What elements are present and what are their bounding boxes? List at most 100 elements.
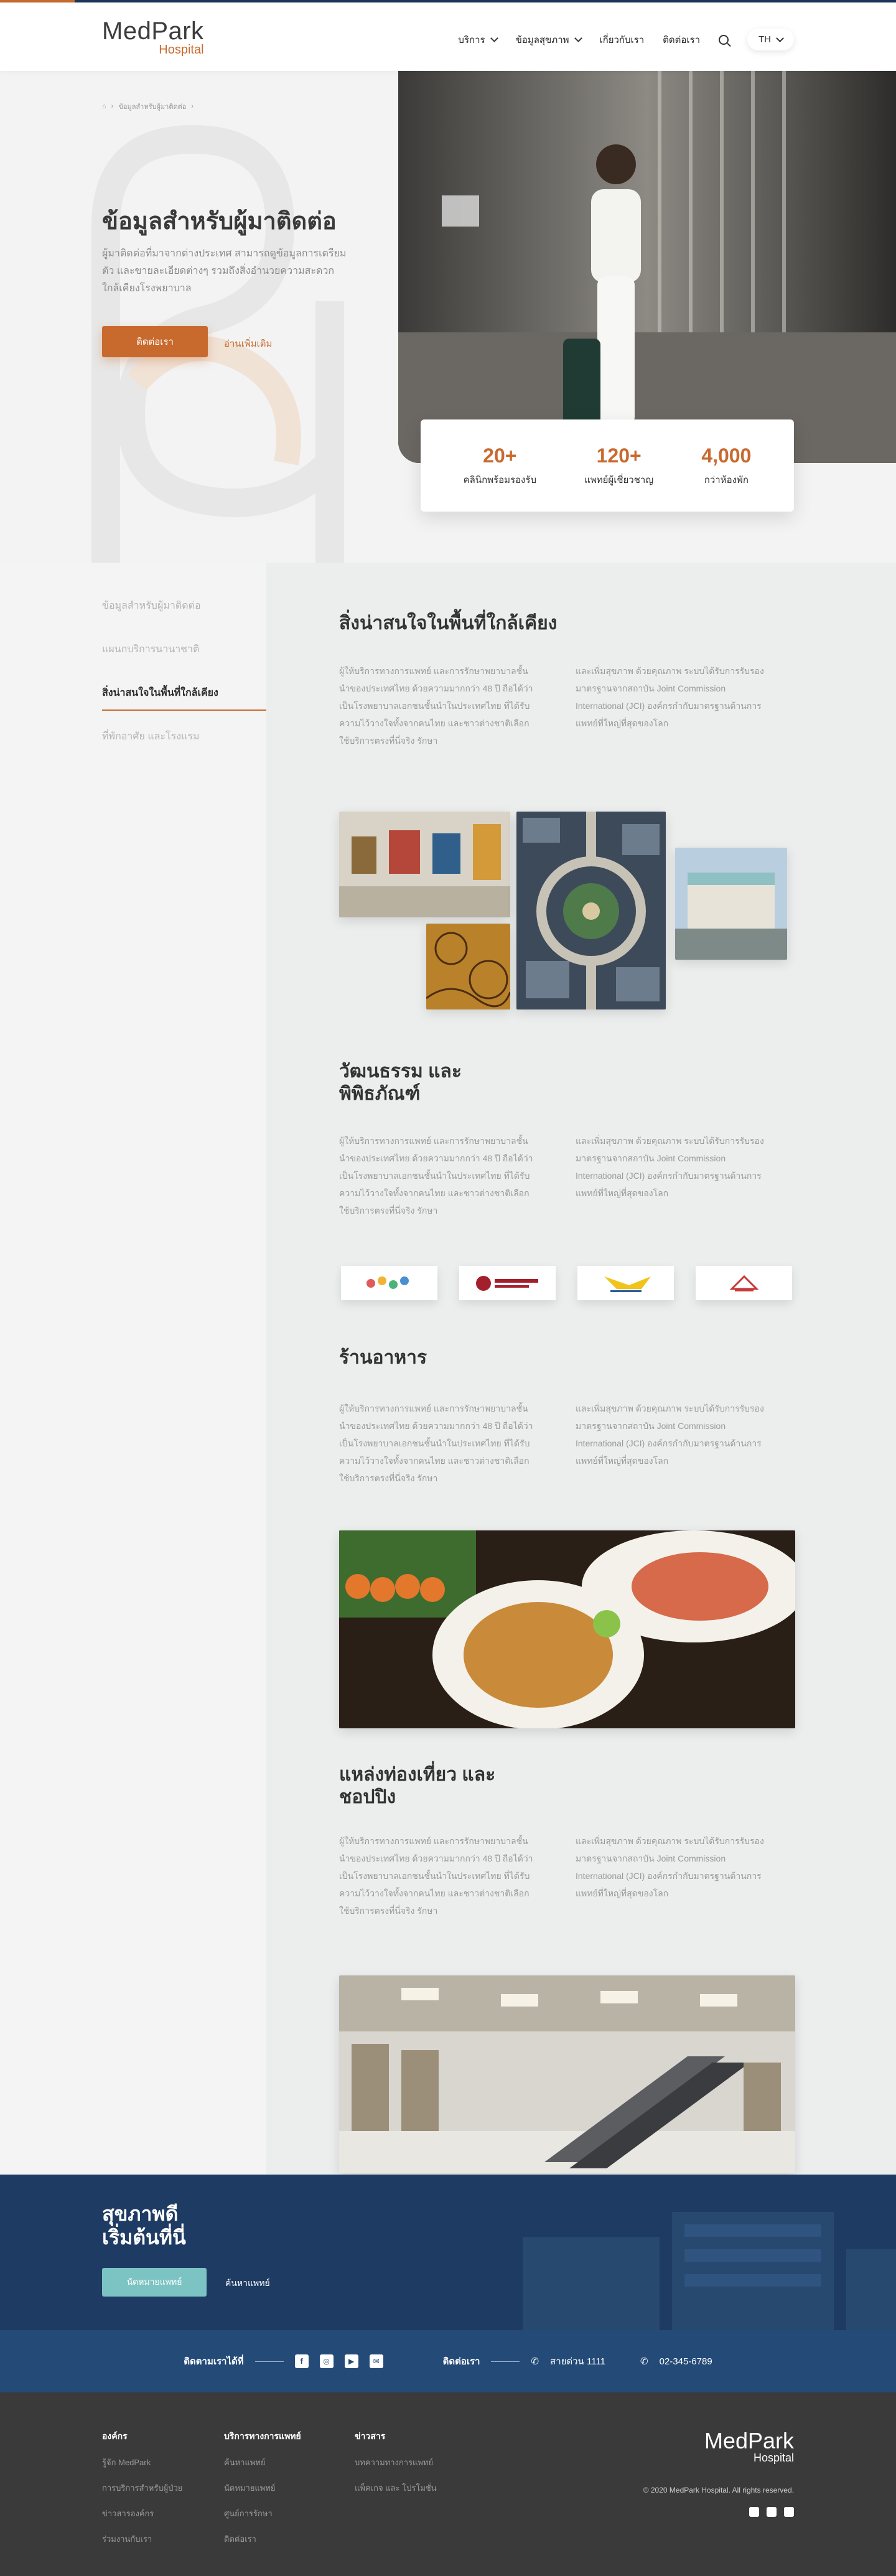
partner-logo-tat[interactable] xyxy=(577,1266,674,1300)
facebook-icon[interactable]: f xyxy=(294,2354,309,2368)
nav-item-health-info[interactable]: ข้อมูลสุขภาพ xyxy=(515,32,582,47)
chevron-down-icon xyxy=(776,34,784,42)
read-more-link[interactable]: อ่านเพิ่มเติม xyxy=(224,336,272,351)
nav-label: ข้อมูลสุขภาพ xyxy=(515,34,569,45)
footer-link[interactable]: ศูนย์การรักษา xyxy=(224,2507,301,2520)
main-nav: บริการ ข้อมูลสุขภาพ เกี่ยวกับเรา ติดต่อเ… xyxy=(458,29,794,50)
section-title-culture: วัฒนธรรม และ พิพิธภัณฑ์ xyxy=(339,1061,462,1104)
hero-section: ⌂ › ข้อมูลสำหรับผู้มาติดต่อ › ข้อมูลสำหรับ… xyxy=(0,71,896,563)
sidebar-item-nearby[interactable]: สิ่งน่าสนใจในพื้นที่ใกล้เคียง xyxy=(102,681,270,724)
section-text-left: ผู้ให้บริการทางการแพทย์ และการรักษาพยาบา… xyxy=(339,666,533,746)
section-text-left: ผู้ให้บริการทางการแพทย์ และการรักษาพยาบา… xyxy=(339,1836,533,1916)
page-title: ข้อมูลสำหรับผู้มาติดต่อ xyxy=(102,208,337,235)
section-text-right: และเพิ่มสุขภาพ ด้วยคุณภาพ ระบบได้รับการร… xyxy=(576,666,764,728)
cta-banner: สุขภาพดี เริ่มต้นที่นี่ นัดหมายแพทย์ ค้น… xyxy=(0,2175,896,2330)
contact-label: ติดต่อเรา xyxy=(442,2356,480,2367)
section-text-left: ผู้ให้บริการทางการแพทย์ และการรักษาพยาบา… xyxy=(339,1136,533,1215)
find-doctor-link[interactable]: ค้นหาแพทย์ xyxy=(225,2277,270,2290)
stat-clinics: 20+ คลินิกพร้อมรองรับ xyxy=(464,444,536,487)
gallery-image-roundabout[interactable] xyxy=(516,812,666,1009)
footer-brand-name: MedPark xyxy=(704,2428,794,2453)
footer-link[interactable]: ค้นหาแพทย์ xyxy=(224,2456,301,2469)
footer-link[interactable]: รู้จัก MedPark xyxy=(102,2456,182,2469)
hero-description: ผู้มาติดต่อที่มาจากต่างประเทศ สามารถดูข้… xyxy=(102,248,347,294)
email-icon[interactable] xyxy=(784,2507,794,2517)
section-title-restaurants: ร้านอาหาร xyxy=(339,1347,427,1368)
site-header: MedPark Hospital บริการ ข้อมูลสุขภาพ เกี… xyxy=(0,2,896,71)
facebook-icon[interactable] xyxy=(749,2507,759,2517)
contact-bar: ติดตามเราได้ที่ f ◎ ▶ ✉ ติดต่อเรา ✆ สายด… xyxy=(0,2330,896,2392)
footer-col-title: บริการทางการแพทย์ xyxy=(224,2431,301,2441)
search-icon[interactable] xyxy=(719,34,729,45)
stat-value: 20+ xyxy=(483,444,517,467)
partner-logo-art[interactable] xyxy=(341,1266,437,1300)
footer-link[interactable]: บทความทางการแพทย์ xyxy=(355,2456,437,2469)
instagram-icon[interactable]: ◎ xyxy=(319,2354,334,2368)
nav-label: เกี่ยวกับเรา xyxy=(599,34,645,45)
stat-doctors: 120+ แพทย์ผู้เชี่ยวชาญ xyxy=(584,444,653,487)
footer-col-medical: บริการทางการแพทย์ ค้นหาแพทย์ นัดหมายแพทย… xyxy=(224,2430,301,2558)
section-text-right: และเพิ่มสุขภาพ ด้วยคุณภาพ ระบบได้รับการร… xyxy=(576,1836,764,1898)
footer-link[interactable]: ข่าวสารองค์กร xyxy=(102,2507,182,2520)
gallery-image-art[interactable] xyxy=(339,812,510,917)
divider xyxy=(254,2361,284,2362)
nav-item-services[interactable]: บริการ xyxy=(458,32,498,47)
nav-item-contact[interactable]: ติดต่อเรา xyxy=(663,32,700,47)
brand-sub: Hospital xyxy=(159,43,204,57)
sidebar-item-visitor-info[interactable]: ข้อมูลสำหรับผู้มาติดต่อ xyxy=(102,594,270,637)
building-illustration xyxy=(523,2212,896,2330)
footer-socials xyxy=(749,2507,794,2517)
gallery-image-building[interactable] xyxy=(675,848,787,960)
temple-icon xyxy=(729,1275,759,1291)
email-icon[interactable]: ✉ xyxy=(369,2354,383,2368)
home-icon[interactable]: ⌂ xyxy=(102,103,106,110)
breadcrumb-separator: › xyxy=(111,103,114,110)
phone-number[interactable]: 02-345-6789 xyxy=(660,2356,712,2367)
sidebar-nav: ข้อมูลสำหรับผู้มาติดต่อ แผนกบริการนานาชา… xyxy=(102,594,270,768)
art-festival-icon xyxy=(366,1276,409,1289)
section-text-right: และเพิ่มสุขภาพ ด้วยคุณภาพ ระบบได้รับการร… xyxy=(576,1403,764,1466)
book-appointment-button[interactable]: นัดหมายแพทย์ xyxy=(102,2268,207,2297)
footer-logo[interactable]: MedPark Hospital xyxy=(704,2428,794,2464)
footer-link[interactable]: การบริการสำหรับผู้ป่วย xyxy=(102,2481,182,2494)
cta-title: สุขภาพดี เริ่มต้นที่นี่ xyxy=(102,2203,186,2249)
follow-label: ติดตามเราได้ที่ xyxy=(184,2356,244,2367)
contact-button[interactable]: ติดต่อเรา xyxy=(102,326,208,357)
gallery-image-pattern[interactable] xyxy=(426,924,510,1009)
sidebar-item-accommodation[interactable]: ที่พักอาศัย และโรงแรม xyxy=(102,724,270,768)
tat-icon xyxy=(604,1276,651,1292)
language-selector[interactable]: TH xyxy=(747,29,794,50)
nav-item-about[interactable]: เกี่ยวกับเรา xyxy=(600,32,645,47)
footer-col-title: องค์กร xyxy=(102,2431,128,2441)
sidebar-item-international[interactable]: แผนกบริการนานาชาติ xyxy=(102,637,270,681)
partner-logo-temple[interactable] xyxy=(696,1266,792,1300)
stat-label: แพทย์ผู้เชี่ยวชาญ xyxy=(584,474,654,485)
youtube-icon[interactable]: ▶ xyxy=(344,2354,358,2368)
footer-col-title: ข่าวสาร xyxy=(355,2431,386,2441)
hotline-number[interactable]: สายด่วน 1111 xyxy=(550,2354,605,2369)
footer-link[interactable]: ติดต่อเรา xyxy=(224,2532,301,2546)
stats-card: 20+ คลินิกพร้อมรองรับ 120+ แพทย์ผู้เชี่ยวช… xyxy=(421,419,794,512)
breadcrumb: ⌂ › ข้อมูลสำหรับผู้มาติดต่อ › xyxy=(102,101,194,112)
brand-name: MedPark xyxy=(102,17,204,45)
stat-label: คลินิกพร้อมรองรับ xyxy=(463,474,536,485)
phone-icon: ✆ xyxy=(531,2356,539,2367)
brand-logo[interactable]: MedPark Hospital xyxy=(102,17,204,56)
breadcrumb-item[interactable]: ข้อมูลสำหรับผู้มาติดต่อ xyxy=(118,101,186,112)
footer-link[interactable]: ร่วมงานกับเรา xyxy=(102,2532,182,2546)
breadcrumb-separator: › xyxy=(191,103,194,110)
mall-image[interactable] xyxy=(339,1975,795,2173)
footer-col-news: ข่าวสาร บทความทางการแพทย์ แพ็คเกจ และ โป… xyxy=(355,2430,437,2507)
instagram-icon[interactable] xyxy=(767,2507,777,2517)
site-footer: องค์กร รู้จัก MedPark การบริการสำหรับผู้… xyxy=(0,2392,896,2576)
stat-value: 120+ xyxy=(596,444,642,467)
content-section: ข้อมูลสำหรับผู้มาติดต่อ แผนกบริการนานาชา… xyxy=(0,563,896,2175)
partner-logo-museum[interactable] xyxy=(459,1266,556,1300)
copyright: © 2020 MedPark Hospital. All rights rese… xyxy=(643,2486,794,2494)
nav-label: ติดต่อเรา xyxy=(663,34,700,45)
footer-link[interactable]: นัดหมายแพทย์ xyxy=(224,2481,301,2494)
stat-value: 4,000 xyxy=(701,444,752,467)
footer-link[interactable]: แพ็คเกจ และ โปรโมชั่น xyxy=(355,2481,437,2494)
food-image[interactable] xyxy=(339,1530,795,1728)
section-text-left: ผู้ให้บริการทางการแพทย์ และการรักษาพยาบา… xyxy=(339,1403,533,1483)
